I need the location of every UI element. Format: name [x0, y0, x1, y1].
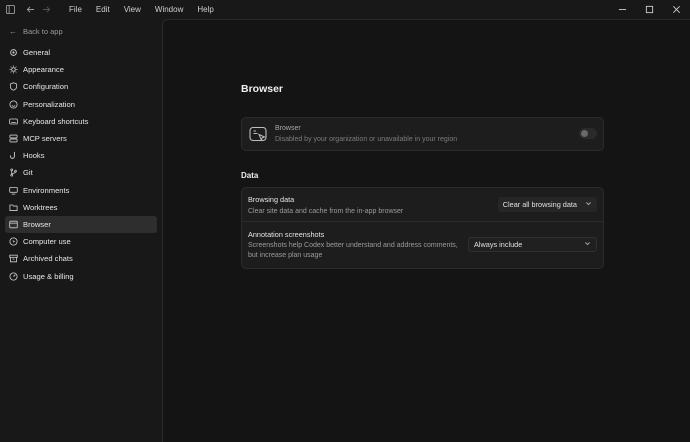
annotation-screenshots-row: Annotation screenshots Screenshots help …	[242, 222, 603, 269]
sidebar-item-label: Worktrees	[23, 202, 58, 212]
sidebar-item-label: Computer use	[23, 237, 71, 247]
page-title: Browser	[241, 83, 284, 95]
sidebar-item-label: Usage & billing	[23, 271, 74, 281]
menu-bar: File Edit View Window Help	[62, 0, 221, 19]
annotation-screenshots-select[interactable]: Always include	[468, 237, 597, 252]
hook-icon	[9, 151, 18, 160]
sidebar-item-keyboard-shortcuts[interactable]: Keyboard shortcuts	[5, 113, 157, 130]
data-settings-card: Browsing data Clear site data and cache …	[241, 187, 604, 269]
nav-back-icon[interactable]	[22, 0, 38, 19]
sidebar-item-configuration[interactable]: Configuration	[5, 78, 157, 95]
annotation-screenshots-description: Screenshots help Codex better understand…	[248, 242, 458, 259]
menu-view[interactable]: View	[117, 0, 148, 19]
shield-icon	[9, 82, 18, 92]
nav-forward-icon[interactable]	[38, 0, 54, 19]
minimize-button[interactable]	[609, 0, 636, 19]
sidebar-item-label: General	[23, 48, 51, 58]
maximize-button[interactable]	[636, 0, 663, 19]
smile-icon	[9, 100, 18, 109]
annotation-select-value: Always include	[474, 240, 523, 249]
sidebar-item-computer-use[interactable]: Computer use	[5, 233, 157, 250]
sidebar-item-label: MCP servers	[23, 134, 67, 144]
back-to-app-link[interactable]: ← Back to app	[9, 27, 63, 36]
menu-file[interactable]: File	[62, 0, 89, 19]
sidebar-item-mcp-servers[interactable]: MCP servers	[5, 130, 157, 147]
data-section-label: Data	[241, 171, 259, 180]
sidebar-item-appearance[interactable]: Appearance	[5, 61, 157, 78]
browser-setting-description: Disabled by your organization or unavail…	[275, 136, 458, 143]
browser-cursor-icon	[249, 126, 267, 144]
close-icon	[673, 6, 680, 13]
browser-setting-title: Browser	[275, 125, 301, 132]
browser-icon	[9, 220, 18, 229]
window-controls	[609, 0, 690, 19]
gauge-icon	[9, 272, 18, 281]
cursor-icon	[9, 237, 18, 246]
sidebar-item-label: Browser	[23, 219, 51, 229]
sidebar-item-label: Keyboard shortcuts	[23, 116, 89, 126]
keyboard-icon	[9, 117, 18, 126]
arrow-left-icon: ←	[9, 26, 17, 36]
browsing-data-title: Browsing data	[248, 195, 295, 204]
back-to-app-label: Back to app	[23, 27, 63, 36]
server-icon	[9, 134, 18, 143]
maximize-icon	[645, 5, 654, 14]
title-bar: File Edit View Window Help	[0, 0, 690, 19]
sidebar-item-label: Environments	[23, 185, 70, 195]
folder-icon	[9, 203, 18, 212]
browser-setting-card: Browser Disabled by your organization or…	[241, 117, 604, 151]
chevron-down-icon	[584, 240, 591, 249]
settings-sidebar: ← Back to app General Appearance Configu…	[0, 19, 162, 442]
menu-edit[interactable]: Edit	[89, 0, 117, 19]
gear-icon	[9, 48, 18, 57]
sidebar-item-label: Appearance	[23, 65, 64, 75]
sidebar-item-usage-billing[interactable]: Usage & billing	[5, 267, 157, 284]
clear-browsing-data-label: Clear all browsing data	[502, 200, 577, 209]
sidebar-item-environments[interactable]: Environments	[5, 182, 157, 199]
sidebar-item-general[interactable]: General	[5, 44, 157, 61]
sidebar-item-label: Git	[23, 168, 33, 178]
sidebar-toggle-icon[interactable]	[2, 0, 18, 19]
browsing-data-description: Clear site data and cache from the in-ap…	[248, 208, 404, 215]
sidebar-item-git[interactable]: Git	[5, 164, 157, 181]
settings-nav: General Appearance Configuration Persona…	[5, 44, 157, 285]
menu-window[interactable]: Window	[148, 0, 190, 19]
minimize-icon	[618, 9, 627, 10]
branch-icon	[9, 168, 18, 177]
browser-toggle[interactable]	[579, 128, 597, 139]
sidebar-item-label: Personalization	[23, 99, 75, 109]
monitor-icon	[9, 186, 18, 195]
sidebar-item-label: Hooks	[23, 151, 45, 161]
sidebar-item-archived-chats[interactable]: Archived chats	[5, 250, 157, 267]
sidebar-item-hooks[interactable]: Hooks	[5, 147, 157, 164]
clear-browsing-data-button[interactable]: Clear all browsing data	[497, 197, 597, 212]
toggle-knob	[581, 130, 588, 137]
settings-main: Browser Browser Disabled by your organiz…	[162, 19, 690, 442]
browsing-data-row: Browsing data Clear site data and cache …	[242, 188, 603, 222]
chevron-down-icon	[585, 200, 592, 209]
sidebar-item-worktrees[interactable]: Worktrees	[5, 199, 157, 216]
sidebar-item-label: Configuration	[23, 82, 69, 92]
sidebar-item-browser[interactable]: Browser	[5, 215, 157, 234]
menu-help[interactable]: Help	[190, 0, 220, 19]
annotation-screenshots-title: Annotation screenshots	[248, 230, 325, 239]
sidebar-item-label: Archived chats	[23, 254, 73, 264]
sidebar-item-personalization[interactable]: Personalization	[5, 96, 157, 113]
archive-icon	[9, 254, 18, 263]
close-button[interactable]	[663, 0, 690, 19]
sun-icon	[9, 65, 18, 74]
